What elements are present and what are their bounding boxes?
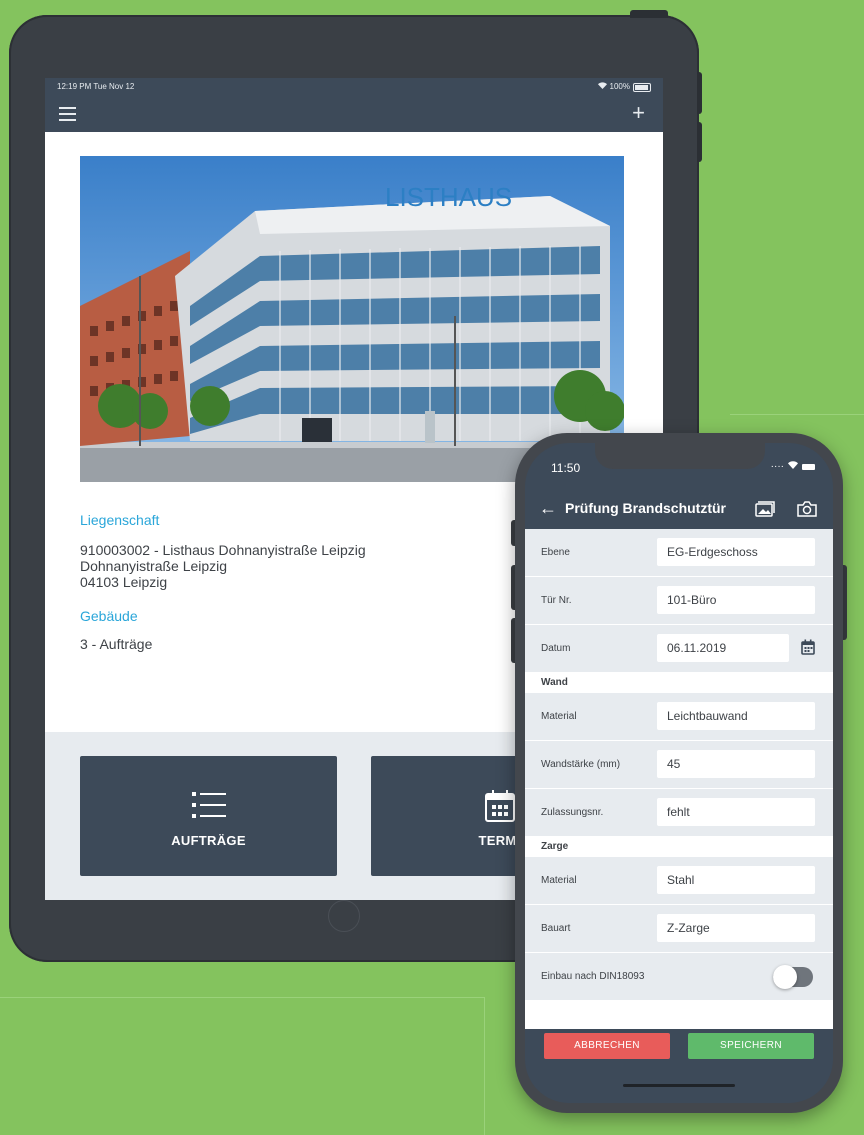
calendar-icon[interactable] <box>801 639 815 660</box>
save-button[interactable]: SPEICHERN <box>688 1033 814 1059</box>
tile-label: AUFTRÄGE <box>171 833 246 848</box>
tablet-status-bar: 12:19 PM Tue Nov 12 100% <box>45 78 663 96</box>
signal-icon: ···· <box>770 461 784 472</box>
zarge-material-field[interactable]: Stahl <box>657 866 815 894</box>
field-label: Einbau nach DIN18093 <box>541 971 645 982</box>
property-line-2: Dohnanyistraße Leipzig <box>80 558 228 574</box>
field-label: Ebene <box>541 547 570 558</box>
datum-field[interactable]: 06.11.2019 <box>657 634 789 662</box>
tablet-volume-down <box>697 122 702 162</box>
field-label: Bauart <box>541 923 571 934</box>
field-label: Zulassungsnr. <box>541 807 604 818</box>
tuer-field[interactable]: 101-Büro <box>657 586 815 614</box>
back-arrow-icon[interactable]: ← <box>539 498 557 518</box>
tablet-power-button <box>630 10 668 18</box>
ebene-field[interactable]: EG-Erdgeschoss <box>657 538 815 566</box>
form-row-zulassung: Zulassungsnr. fehlt <box>525 789 833 837</box>
status-time: 12:19 PM Tue Nov 12 <box>57 82 135 91</box>
list-icon <box>191 790 226 825</box>
wand-material-field[interactable]: Leichtbauwand <box>657 702 815 730</box>
decor-line <box>730 414 864 415</box>
form-row-einbau: Einbau nach DIN18093 <box>525 953 833 1001</box>
form-row-datum: Datum 06.11.2019 <box>525 625 833 673</box>
section-zarge: Zarge <box>525 837 833 857</box>
section-title: Wand <box>541 677 568 688</box>
battery-icon <box>633 82 651 92</box>
form-row-tuer: Tür Nr. 101-Büro <box>525 577 833 625</box>
building-photo: LISTHAUS <box>80 156 624 482</box>
add-icon[interactable]: + <box>632 102 645 124</box>
building-value: 3 - Aufträge <box>80 636 153 652</box>
page-title: Prüfung Brandschutztür <box>565 500 726 516</box>
tablet-home-button[interactable] <box>328 900 360 932</box>
section-wand: Wand <box>525 673 833 693</box>
wifi-icon <box>788 461 798 472</box>
home-indicator <box>623 1084 735 1087</box>
decor-line <box>484 997 485 1135</box>
phone-status-time: 11:50 <box>551 461 581 475</box>
toggle-knob <box>773 965 797 989</box>
zulassung-field[interactable]: fehlt <box>657 798 815 826</box>
battery-icon <box>802 463 815 470</box>
form-row-bauart: Bauart Z-Zarge <box>525 905 833 953</box>
field-label: Material <box>541 875 577 886</box>
phone-notch <box>595 443 765 469</box>
form-row-zarge-material: Material Stahl <box>525 857 833 905</box>
bauart-field[interactable]: Z-Zarge <box>657 914 815 942</box>
calendar-icon <box>484 790 515 827</box>
wifi-icon <box>597 78 607 96</box>
property-line-3: 04103 Leipzig <box>80 574 168 590</box>
field-label: Wandstärke (mm) <box>541 759 621 770</box>
photo-sign: LISTHAUS <box>385 182 512 212</box>
form-row-ebene: Ebene EG-Erdgeschoss <box>525 529 833 577</box>
field-label: Datum <box>541 643 571 654</box>
phone-header: ← Prüfung Brandschutztür <box>525 489 833 529</box>
status-indicators: 100% <box>597 78 651 96</box>
inspection-form: Ebene EG-Erdgeschoss Tür Nr. 101-Büro Da… <box>525 529 833 1029</box>
tablet-nav-bar: + <box>45 96 663 132</box>
wandstaerke-field[interactable]: 45 <box>657 750 815 778</box>
field-label: Tür Nr. <box>541 595 572 606</box>
form-row-wand-material: Material Leichtbauwand <box>525 693 833 741</box>
battery-percent: 100% <box>609 82 630 91</box>
einbau-toggle[interactable] <box>773 965 813 989</box>
menu-icon[interactable] <box>59 107 76 121</box>
property-label: Liegenschaft <box>80 512 160 528</box>
building-label: Gebäude <box>80 608 138 624</box>
section-title: Zarge <box>541 841 569 852</box>
property-line-1: 910003002 - Listhaus Dohnanyistraße Leip… <box>80 542 366 558</box>
tablet-volume-up <box>697 72 702 114</box>
phone-device: 11:50 ···· ← Prüfung Brandschutztür Eben… <box>515 433 843 1113</box>
decor-line <box>0 997 484 998</box>
phone-status-indicators: ···· <box>771 461 815 472</box>
gallery-icon[interactable] <box>755 501 775 522</box>
tile-auftraege[interactable]: AUFTRÄGE <box>80 756 337 876</box>
form-row-wandstaerke: Wandstärke (mm) 45 <box>525 741 833 789</box>
camera-icon[interactable] <box>797 500 817 522</box>
cancel-button[interactable]: ABBRECHEN <box>544 1033 670 1059</box>
phone-screen: 11:50 ···· ← Prüfung Brandschutztür Eben… <box>525 443 833 1103</box>
field-label: Material <box>541 711 577 722</box>
